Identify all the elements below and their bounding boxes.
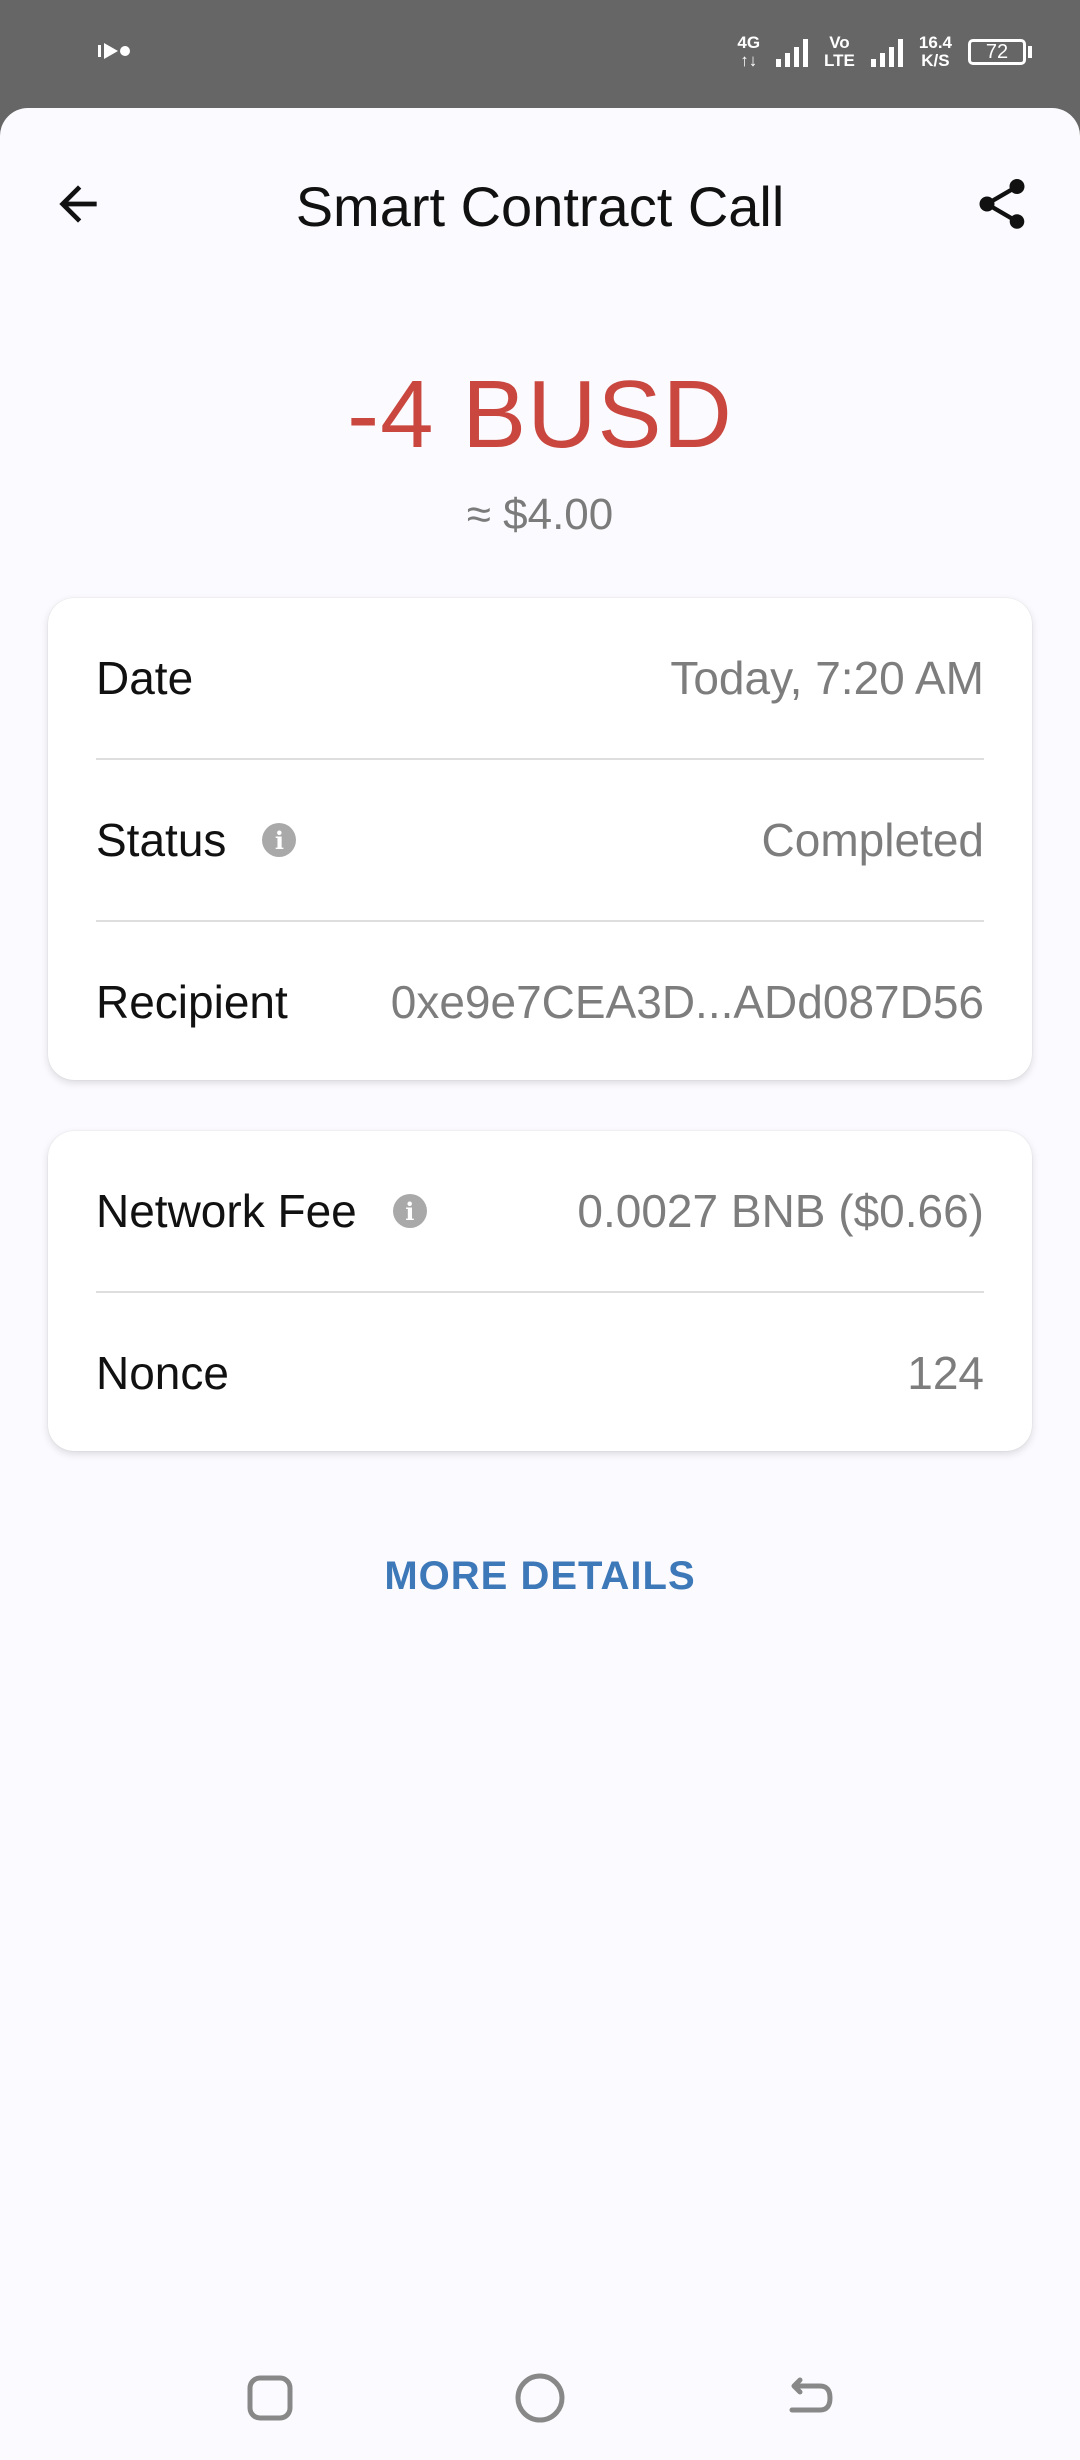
signal-icon-2	[870, 37, 903, 67]
page-title: Smart Contract Call	[295, 175, 785, 238]
share-icon	[979, 179, 1025, 229]
media-icon	[96, 36, 136, 74]
nonce-value: 124	[907, 1347, 984, 1399]
transaction-sheet: Smart Contract Call -4 BUSD ≈ $4.00 Date…	[0, 108, 1080, 2460]
recipient-row[interactable]: Recipient 0xe9e7CEA3D...ADd087D56	[96, 922, 984, 1082]
recipient-label: Recipient	[96, 976, 288, 1028]
network-speed: 16.4 K/S	[918, 33, 952, 70]
home-button[interactable]	[500, 2358, 580, 2438]
status-row: Status i Completed	[96, 760, 984, 920]
volte-indicator: Vo LTE	[824, 33, 855, 70]
network-fee-label: Network Fee	[96, 1185, 357, 1237]
status-label-group: Status i	[96, 813, 297, 867]
network-4g-indicator: 4G ↑↓	[737, 33, 761, 70]
date-value: Today, 7:20 AM	[670, 652, 984, 704]
status-label: Status	[96, 814, 227, 866]
nonce-label: Nonce	[96, 1347, 229, 1399]
status-value: Completed	[761, 814, 984, 866]
network-fee-value: 0.0027 BNB ($0.66)	[577, 1185, 984, 1237]
system-nav-bar	[0, 2348, 1080, 2448]
share-button[interactable]	[966, 168, 1038, 240]
fee-label-group: Network Fee i	[96, 1184, 427, 1238]
info-icon[interactable]: i	[392, 1194, 427, 1228]
back-nav-button[interactable]	[770, 2358, 850, 2438]
back-nav-icon	[789, 2377, 833, 2413]
recipient-address[interactable]: 0xe9e7CEA3D...ADd087D56	[391, 975, 984, 1029]
status-bar: 4G ↑↓ Vo LTE 16.4 K/S 72	[0, 0, 1080, 108]
fee-card: Network Fee i 0.0027 BNB ($0.66) Nonce 1…	[48, 1131, 1032, 1451]
date-row: Date Today, 7:20 AM	[96, 598, 984, 758]
recents-button[interactable]	[230, 2358, 310, 2438]
details-card: Date Today, 7:20 AM Status i Completed R…	[48, 598, 1032, 1080]
fiat-amount: ≈ $4.00	[466, 490, 614, 539]
network-fee-row: Network Fee i 0.0027 BNB ($0.66)	[96, 1131, 984, 1291]
transaction-amount: -4 BUSD	[347, 361, 733, 468]
app-bar: Smart Contract Call	[0, 108, 1080, 298]
battery-level: 72	[968, 39, 1026, 65]
info-icon[interactable]: i	[262, 823, 297, 857]
date-label: Date	[96, 652, 194, 704]
signal-icon	[776, 37, 809, 67]
nonce-row: Nonce 124	[96, 1293, 984, 1453]
more-details-button[interactable]: MORE DETAILS	[0, 1554, 1080, 1599]
recents-icon	[247, 2375, 293, 2421]
home-icon	[515, 2373, 565, 2423]
battery-icon: 72	[968, 39, 1032, 65]
